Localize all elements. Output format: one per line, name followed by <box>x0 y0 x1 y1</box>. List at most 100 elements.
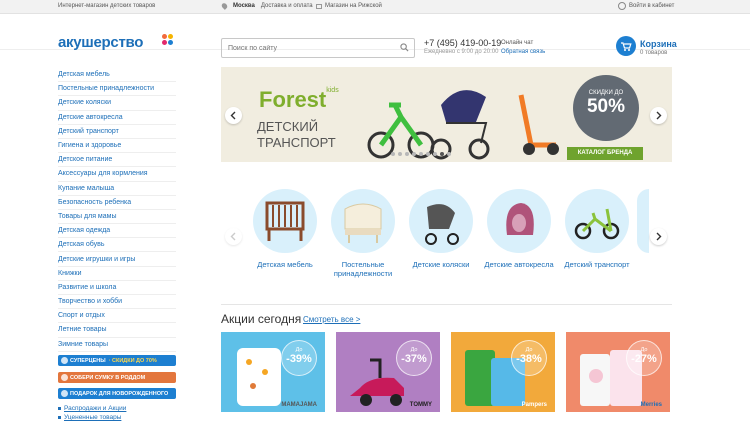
top-bar: Интернет-магазин детских товаров Москва … <box>0 0 750 14</box>
sidebar-item[interactable]: Творчество и хобби <box>58 295 176 310</box>
sidebar-item[interactable]: Гигиена и здоровье <box>58 139 176 154</box>
search-input[interactable] <box>222 44 392 52</box>
sidebar-item[interactable]: Детская обувь <box>58 238 176 253</box>
discount-badge: скидки до 50% <box>573 75 639 141</box>
deal-card[interactable]: До -39% MAMAJAMA <box>221 332 325 412</box>
chevron-right-icon <box>656 232 662 241</box>
deals-title: Акции сегодня <box>221 312 302 326</box>
banner-next-arrow[interactable] <box>650 107 667 124</box>
bedding-image <box>331 189 395 253</box>
promo-label: Собери сумку в роддом <box>70 374 146 381</box>
category-label: Детский транспорт <box>564 260 630 269</box>
working-hours: Ежедневно с 9:00 до 20:00 <box>424 49 499 55</box>
site-logo[interactable]: акушерство <box>58 34 143 51</box>
sidebar-item[interactable]: Спорт и отдых <box>58 309 176 324</box>
category-card[interactable]: Детские коляски <box>404 189 478 269</box>
brand-catalog-button[interactable]: Каталог бренда <box>567 147 643 160</box>
sidebar-item[interactable]: Детское питание <box>58 153 176 168</box>
promo-accent: · Скидки до 70% <box>108 357 157 364</box>
car-seat-image <box>487 189 551 253</box>
brand-logo: TOMMY <box>409 402 432 408</box>
chevron-left-icon <box>230 111 236 120</box>
sidebar-item[interactable]: Безопасность ребенка <box>58 196 176 210</box>
cart-count: 0 товаров <box>640 50 668 56</box>
sidebar-item[interactable]: Купание малыша <box>58 182 176 196</box>
category-card[interactable]: Постельные принадлежности <box>326 189 400 278</box>
sales-link[interactable]: Распродажи и Акции <box>58 405 126 412</box>
brand-logo: Pampers <box>521 402 547 408</box>
category-sidebar: Детская мебель Постельные принадлежности… <box>58 68 176 352</box>
discounted-link[interactable]: Уцененные товары <box>58 414 126 421</box>
search-icon[interactable] <box>400 43 409 52</box>
discount-badge: До -38% <box>511 340 547 376</box>
sidebar-item[interactable]: Детские автокресла <box>58 111 176 125</box>
banner-prev-arrow[interactable] <box>225 107 242 124</box>
discount-badge: До -37% <box>396 340 432 376</box>
location-pin-icon <box>220 2 229 10</box>
chevron-right-icon <box>656 111 662 120</box>
category-label: Постельные принадлежности <box>333 260 393 278</box>
sidebar-item[interactable]: Детские коляски <box>58 96 176 111</box>
promo-label: Подарок для новорожденного <box>70 390 169 397</box>
search-box <box>221 38 415 58</box>
section-divider <box>221 304 672 305</box>
deal-card[interactable]: До -27% Merries <box>566 332 670 412</box>
phone-number[interactable]: +7 (495) 419-00-19 <box>424 38 501 48</box>
city-delivery: Москва Доставка и оплата <box>220 2 313 10</box>
store-icon <box>316 3 322 9</box>
category-carousel: Детская мебель Постельные принадлежности… <box>221 185 672 285</box>
sidebar-item[interactable]: Детская мебель <box>58 68 176 83</box>
discount-badge: До -27% <box>626 340 662 376</box>
login-link[interactable]: Войти в кабинет <box>629 3 674 9</box>
balance-bike-image <box>565 189 629 253</box>
deals-see-all-link[interactable]: Смотреть все > <box>303 315 360 324</box>
deal-card[interactable]: До -37% TOMMY <box>336 332 440 412</box>
deal-card[interactable]: До -38% Pampers <box>451 332 555 412</box>
sidebar-item[interactable]: Развитие и школа <box>58 281 176 295</box>
promo-newborn-gift-button[interactable]: Подарок для новорожденного <box>58 388 176 399</box>
hero-banner[interactable]: Forestkids ДЕТСКИЙ ТРАНСПОРТ скидки до 50… <box>221 67 672 162</box>
crib-image <box>253 189 317 253</box>
category-card[interactable]: Детские автокресла <box>482 189 556 269</box>
promo-maternity-bag-button[interactable]: Собери сумку в роддом <box>58 372 176 383</box>
feedback-link[interactable]: Обратная связь <box>501 49 545 55</box>
category-card[interactable]: Детская мебель <box>248 189 322 269</box>
sidebar-item[interactable]: Постельные принадлежности <box>58 82 176 97</box>
sidebar-item[interactable]: Летние товары <box>58 323 176 338</box>
categories-prev-arrow[interactable] <box>225 228 242 245</box>
delivery-link[interactable]: Доставка и оплата <box>261 3 313 9</box>
promo-supercena-button[interactable]: Суперцены · Скидки до 70% <box>58 355 176 366</box>
header: акушерство +7 (495) 419-00-19 Ежедневно … <box>0 14 750 58</box>
chevron-left-icon <box>230 232 236 241</box>
sidebar-item[interactable]: Книжки <box>58 267 176 281</box>
category-label: Детские коляски <box>412 260 470 269</box>
banner-title: ДЕТСКИЙ ТРАНСПОРТ <box>257 119 336 150</box>
sidebar-item[interactable]: Аксессуары для кормления <box>58 167 176 182</box>
discount-badge: До -39% <box>281 340 317 376</box>
cart-icon[interactable] <box>616 36 636 56</box>
cart-title[interactable]: Корзина <box>640 39 677 49</box>
category-label: Детские автокресла <box>484 260 554 269</box>
categories-next-arrow[interactable] <box>650 228 667 245</box>
logo-dots-icon <box>162 34 174 46</box>
user-icon <box>618 2 626 10</box>
city-selector[interactable]: Москва <box>233 3 255 9</box>
sidebar-item[interactable]: Товары для мамы <box>58 210 176 225</box>
login-wrap: Войти в кабинет <box>618 2 674 10</box>
stroller-image <box>409 189 473 253</box>
sidebar-item[interactable]: Детский транспорт <box>58 125 176 139</box>
gift-icon <box>61 390 68 397</box>
store-link[interactable]: Магазин на Рижской <box>325 3 382 9</box>
sidebar-item[interactable]: Зимние товары <box>58 338 176 352</box>
sidebar-links: Распродажи и Акции Уцененные товары <box>58 405 126 423</box>
category-label: Детская мебель <box>257 260 313 269</box>
site-tagline: Интернет-магазин детских товаров <box>58 3 156 9</box>
online-chat-link[interactable]: Онлайн чат <box>501 40 533 46</box>
sidebar-item[interactable]: Детские игрушки и игры <box>58 252 176 267</box>
slider-dots[interactable] <box>391 152 451 156</box>
category-card[interactable]: Детский транспорт <box>560 189 634 269</box>
brand-logo: MAMAJAMA <box>281 402 317 408</box>
store-link-wrap: Магазин на Рижской <box>316 3 382 9</box>
sidebar-item[interactable]: Детская одежда <box>58 224 176 239</box>
banner-brand: Forestkids <box>259 87 339 112</box>
